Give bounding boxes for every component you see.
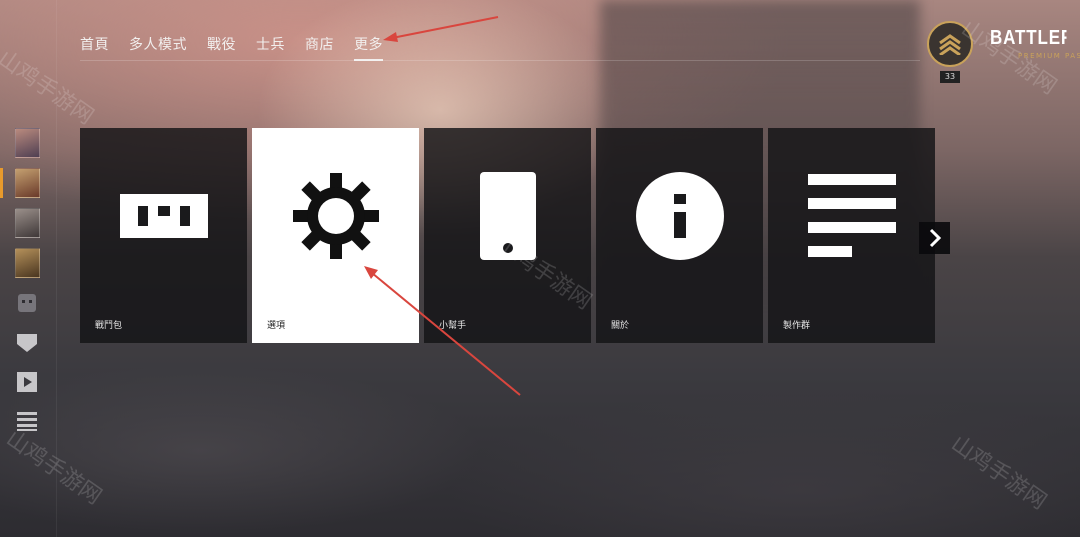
active-avatar-indicator [0, 168, 3, 198]
next-page-button[interactable] [919, 222, 950, 254]
top-nav: 首頁 多人模式 戰役 士兵 商店 更多 [80, 34, 403, 61]
phone-icon [424, 168, 591, 263]
card-label: 製作群 [783, 321, 811, 331]
card-battlepack[interactable]: 戰鬥包 [80, 128, 247, 343]
play-icon[interactable] [16, 371, 38, 393]
sidebar-rail [56, 0, 57, 537]
card-credits[interactable]: 製作群 [768, 128, 935, 343]
nav-home[interactable]: 首頁 [80, 34, 109, 61]
shield-icon[interactable] [16, 332, 38, 354]
rank-chevron-icon [939, 34, 961, 55]
chevron-right-icon [929, 228, 941, 248]
card-options[interactable]: 選項 [252, 128, 419, 343]
info-icon [596, 168, 763, 263]
card-helper[interactable]: 小幫手 [424, 128, 591, 343]
card-label: 小幫手 [439, 321, 467, 331]
nav-more[interactable]: 更多 [354, 34, 383, 61]
soldier-avatar-2[interactable] [15, 168, 40, 198]
battlefield-logo: BATTLEFIELD [990, 27, 1067, 49]
card-label: 選項 [267, 321, 286, 331]
premium-pass-label: PREMIUM PASS [1018, 52, 1080, 60]
nav-store[interactable]: 商店 [305, 34, 334, 61]
card-label: 戰鬥包 [95, 321, 123, 331]
gear-icon [252, 168, 419, 263]
rank-badge[interactable] [927, 21, 973, 67]
rank-number: 33 [940, 71, 960, 83]
nav-divider [80, 60, 920, 61]
nav-soldier[interactable]: 士兵 [256, 34, 285, 61]
card-label: 關於 [611, 321, 630, 331]
text-lines-icon [768, 168, 935, 263]
battlepack-icon [80, 168, 247, 263]
soldier-avatar-3[interactable] [15, 208, 40, 238]
soldier-avatar-1[interactable] [15, 128, 40, 158]
more-menu-cards: 戰鬥包 選項 小幫手 關於 製作群 [80, 128, 935, 343]
nav-multiplayer[interactable]: 多人模式 [129, 34, 187, 61]
card-about[interactable]: 關於 [596, 128, 763, 343]
nav-campaign[interactable]: 戰役 [207, 34, 236, 61]
face-icon[interactable] [16, 292, 38, 314]
background-rubble [0, 330, 1080, 537]
soldier-avatar-4[interactable] [15, 248, 40, 278]
list-icon[interactable] [16, 410, 38, 432]
